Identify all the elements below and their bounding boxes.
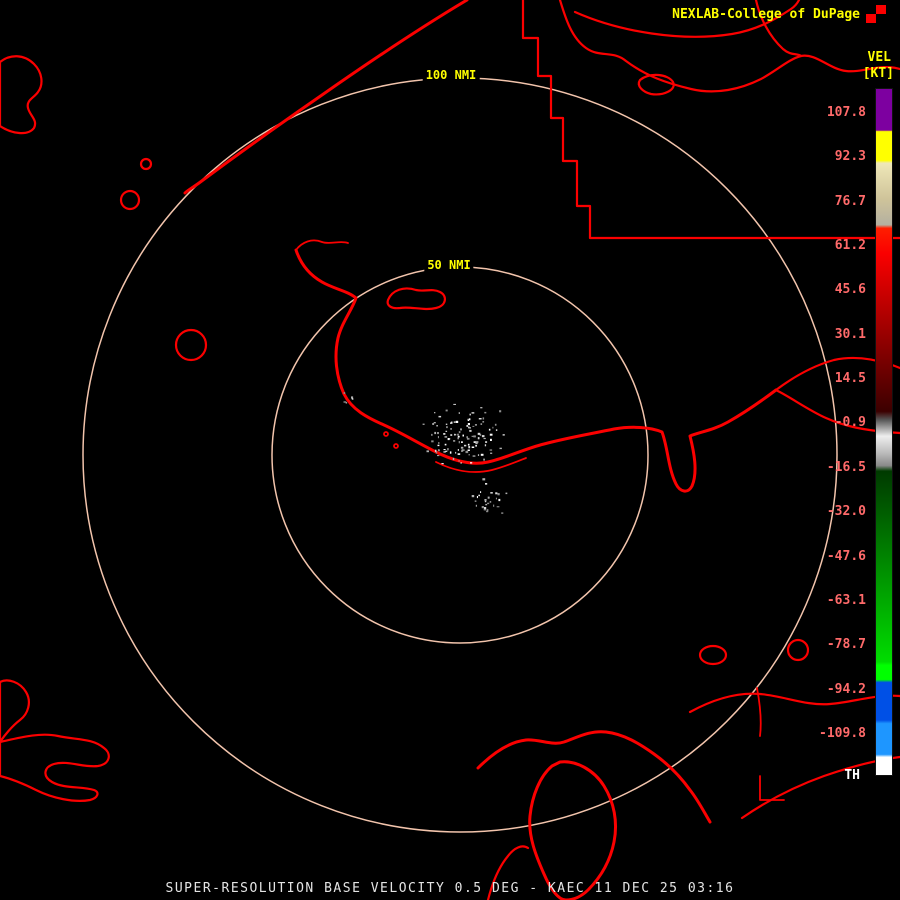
colorbar-tick: -78.7 <box>826 637 866 653</box>
islet-2 <box>393 443 399 449</box>
range-ring-100nmi <box>82 77 838 833</box>
radar-display: NEXLAB-College of DuPage VEL [KT] 107.8 9… <box>0 0 900 900</box>
islet-1 <box>383 431 389 437</box>
colorbar-tick: 92.3 <box>834 149 866 165</box>
radar-map-canvas[interactable] <box>0 0 900 900</box>
coastline-northwest-arc <box>183 0 469 195</box>
colorbar-tick: -16.5 <box>826 459 866 475</box>
colorbar-unit-bracket: [KT] <box>862 66 894 81</box>
lake-circle-1 <box>119 189 141 211</box>
lagoon-line <box>435 457 527 473</box>
range-rings <box>82 77 838 833</box>
colorbar-unit-label: VEL <box>867 50 891 65</box>
lake-circle-2 <box>174 328 208 362</box>
colorbar-tick: -109.8 <box>819 725 866 741</box>
colorbar-tick: -47.6 <box>826 548 866 564</box>
cape-segments <box>295 239 349 251</box>
cod-logo-icon <box>866 5 886 23</box>
range-ring-50nmi <box>271 266 649 644</box>
lake-circle-southeast <box>786 638 810 662</box>
coastline-south <box>476 730 712 824</box>
peninsula-southwest <box>0 733 110 802</box>
colorbar-threshold-label: TH <box>844 768 860 783</box>
lake-circle-small <box>139 157 153 171</box>
velocity-echoes <box>343 392 508 514</box>
river-southeast <box>688 692 900 714</box>
colorbar-tick: 61.2 <box>834 238 866 254</box>
colorbar-tick: 14.5 <box>834 371 866 387</box>
colorbar-tick: -63.1 <box>826 592 866 608</box>
site-title: NEXLAB-College of DuPage <box>672 7 860 22</box>
colorbar-tick: 30.1 <box>834 326 866 342</box>
island-west-lower <box>0 679 30 744</box>
colorbar-tick: 107.8 <box>826 105 866 120</box>
boundary-southeast-steps <box>756 687 785 801</box>
product-caption: SUPER-RESOLUTION BASE VELOCITY 0.5 DEG -… <box>165 881 735 896</box>
velocity-colorbar <box>875 88 893 776</box>
island-center-squiggle <box>386 287 446 311</box>
colorbar-tick: -32.0 <box>826 504 866 520</box>
range-ring-label-100nmi: 100 NMI <box>422 68 480 82</box>
coastline-main <box>294 248 778 493</box>
island-south-large <box>528 760 618 900</box>
county-map-outlines <box>0 0 900 900</box>
colorbar-tick: -0.9 <box>834 415 866 431</box>
range-ring-label-50nmi: 50 NMI <box>424 258 474 272</box>
island-west-top <box>0 55 43 135</box>
colorbar-tick: -94.2 <box>826 681 866 697</box>
colorbar-tick: 45.6 <box>834 282 866 298</box>
lake-oval-southeast <box>698 644 728 666</box>
colorbar-tick: 76.7 <box>834 193 866 209</box>
